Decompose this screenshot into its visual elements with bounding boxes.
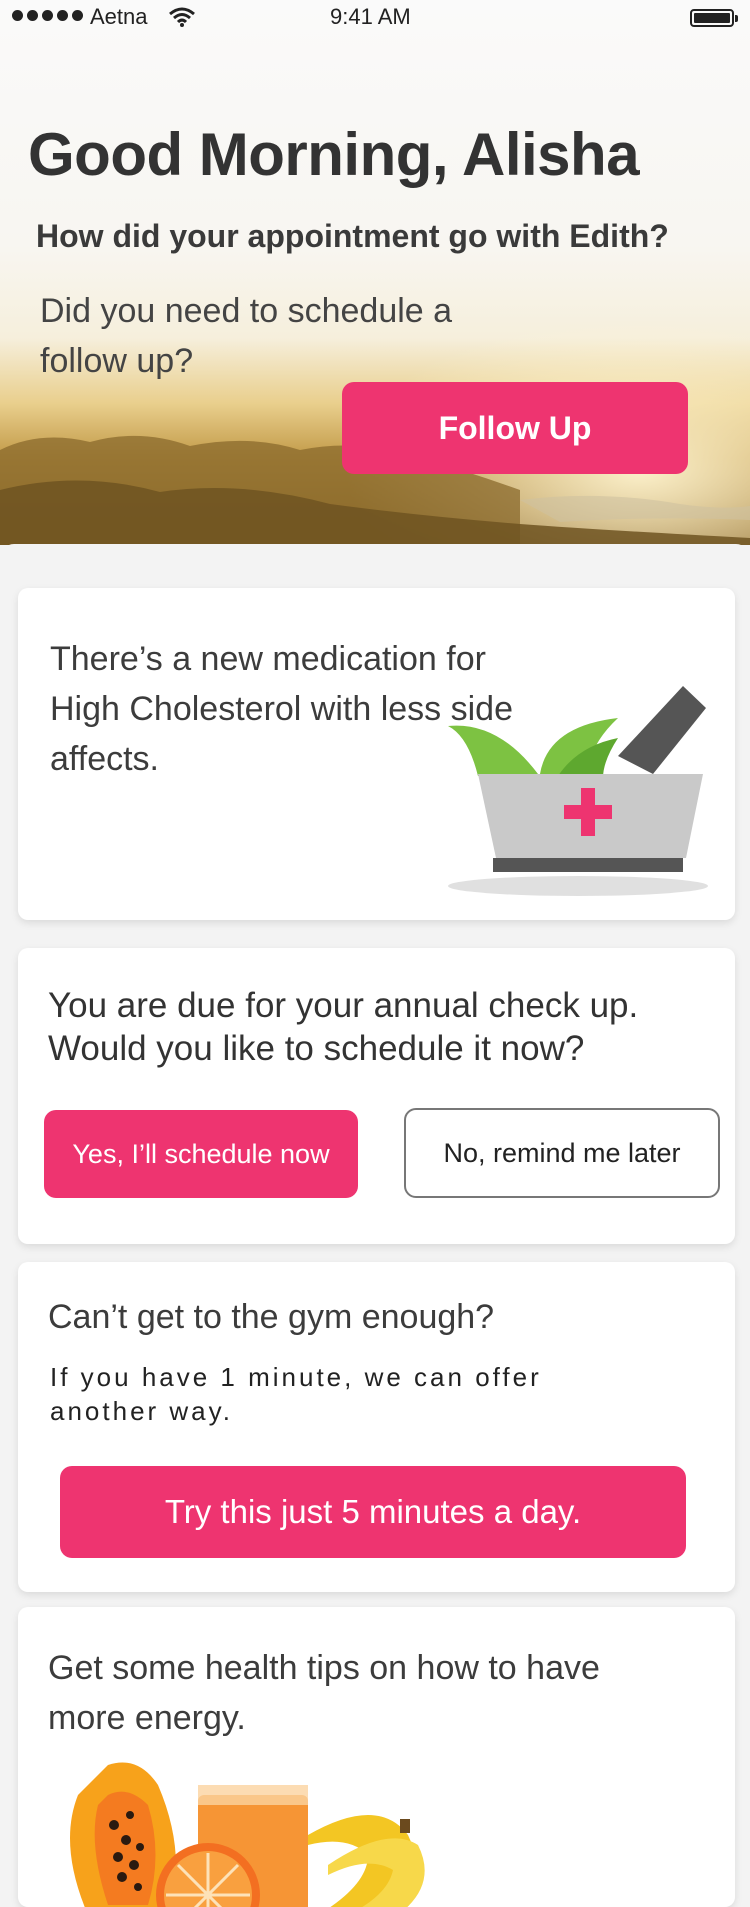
battery-icon (690, 9, 738, 27)
followup-prompt: Did you need to schedule a follow up? (40, 292, 453, 380)
status-bar: Aetna 9:41 AM (0, 0, 750, 40)
checkup-card-text: You are due for your annual check up. Wo… (48, 986, 639, 1068)
health-tips-card[interactable]: Get some health tips on how to have more… (18, 1607, 735, 1907)
appointment-question: How did your appointment go with Edith? (36, 218, 669, 254)
try-exercise-button[interactable]: Try this just 5 minutes a day. (60, 1466, 686, 1558)
hero-banner: Aetna 9:41 AM Good Morning, Alisha How d… (0, 0, 750, 545)
greeting-heading: Good Morning, Alisha (28, 121, 640, 188)
gym-card: Can’t get to the gym enough? If you have… (18, 1262, 735, 1592)
mortar-pestle-icon (448, 686, 708, 896)
gym-card-title: Can’t get to the gym enough? (48, 1298, 495, 1336)
signal-strength-icon (12, 10, 83, 21)
follow-up-button[interactable]: Follow Up (342, 382, 688, 474)
gym-card-subtitle: If you have 1 minute, we can offer anoth… (50, 1362, 542, 1426)
remind-later-button[interactable]: No, remind me later (404, 1108, 720, 1198)
checkup-card: You are due for your annual check up. Wo… (18, 948, 735, 1244)
schedule-now-button[interactable]: Yes, I’ll schedule now (44, 1110, 358, 1198)
wifi-icon (169, 7, 195, 27)
status-time: 9:41 AM (330, 4, 411, 29)
carrier-name: Aetna (90, 4, 148, 29)
health-tips-text: Get some health tips on how to have more… (48, 1649, 600, 1737)
fruit-juice-image (70, 1762, 425, 1907)
medication-card[interactable]: There’s a new medication for High Choles… (18, 588, 735, 920)
